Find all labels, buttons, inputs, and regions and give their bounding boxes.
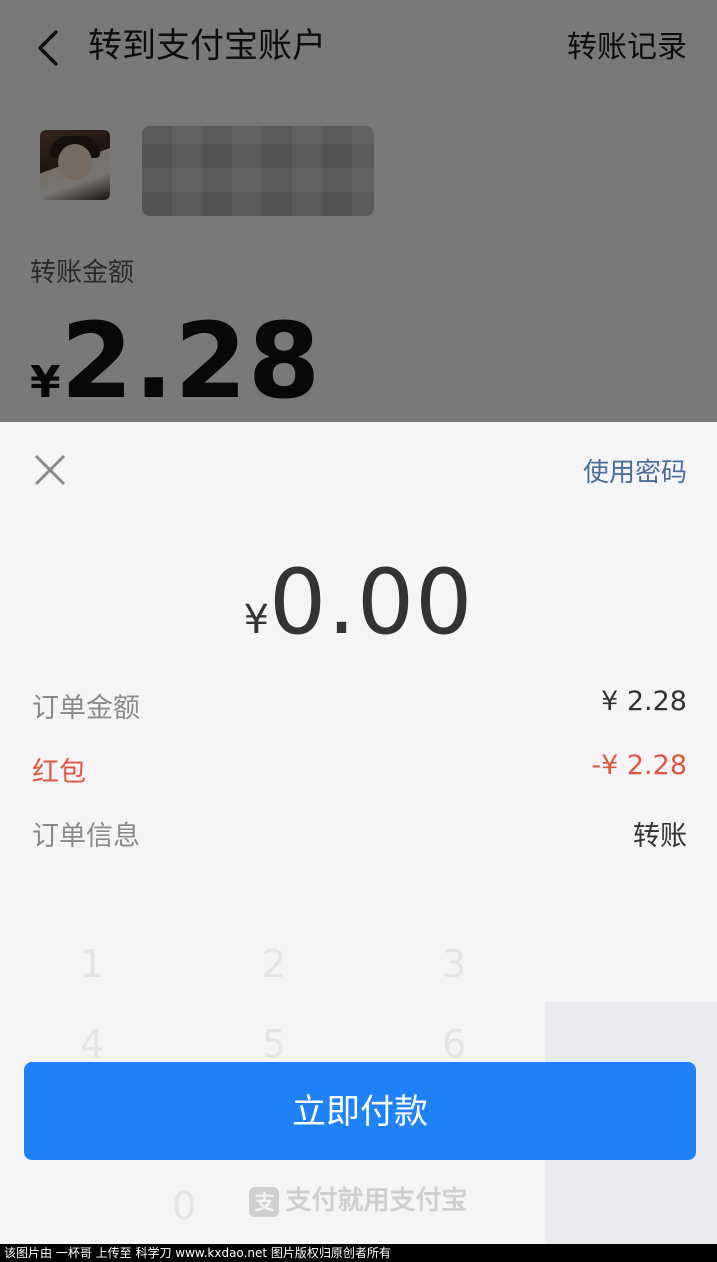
pay-amount-value: 0.00 <box>269 550 474 655</box>
payment-sheet: 使用密码 ¥0.00 1 2 3 4 5 6 0 订单金额 ¥ 2.28 红包 … <box>0 422 717 1244</box>
order-info-row: 订单信息 转账 <box>32 814 687 858</box>
pay-now-button[interactable]: 立即付款 <box>24 1062 696 1160</box>
order-amount-value: ¥ 2.28 <box>601 686 687 717</box>
order-info-label: 订单信息 <box>32 821 140 852</box>
close-icon[interactable] <box>30 450 70 490</box>
keypad-ghost-1: 1 <box>80 942 105 986</box>
order-amount-label: 订单金额 <box>32 693 140 724</box>
red-packet-label: 红包 <box>32 757 86 788</box>
pay-currency-symbol: ¥ <box>243 597 270 643</box>
payable-amount: ¥0.00 <box>0 550 717 655</box>
alipay-footer-brand: 支支付就用支付宝 <box>0 1180 717 1217</box>
red-packet-row[interactable]: 红包 -¥ 2.28 <box>32 750 687 794</box>
watermark-bar: 该图片由 一杯哥 上传至 科学刀 www.kxdao.net 图片版权归原创者所… <box>0 1244 717 1262</box>
order-info-value: 转账 <box>633 821 687 852</box>
keypad-ghost-2: 2 <box>262 942 287 986</box>
footer-brand-text: 支付就用支付宝 <box>285 1186 468 1216</box>
alipay-logo-icon: 支 <box>249 1186 280 1217</box>
keypad-ghost-5: 5 <box>262 1022 287 1066</box>
keypad-ghost-6: 6 <box>442 1022 467 1066</box>
use-password-link[interactable]: 使用密码 <box>583 452 687 489</box>
order-amount-row: 订单金额 ¥ 2.28 <box>32 686 687 730</box>
red-packet-value: -¥ 2.28 <box>591 750 687 781</box>
keypad-ghost-4: 4 <box>80 1022 105 1066</box>
keypad-ghost-3: 3 <box>442 942 467 986</box>
